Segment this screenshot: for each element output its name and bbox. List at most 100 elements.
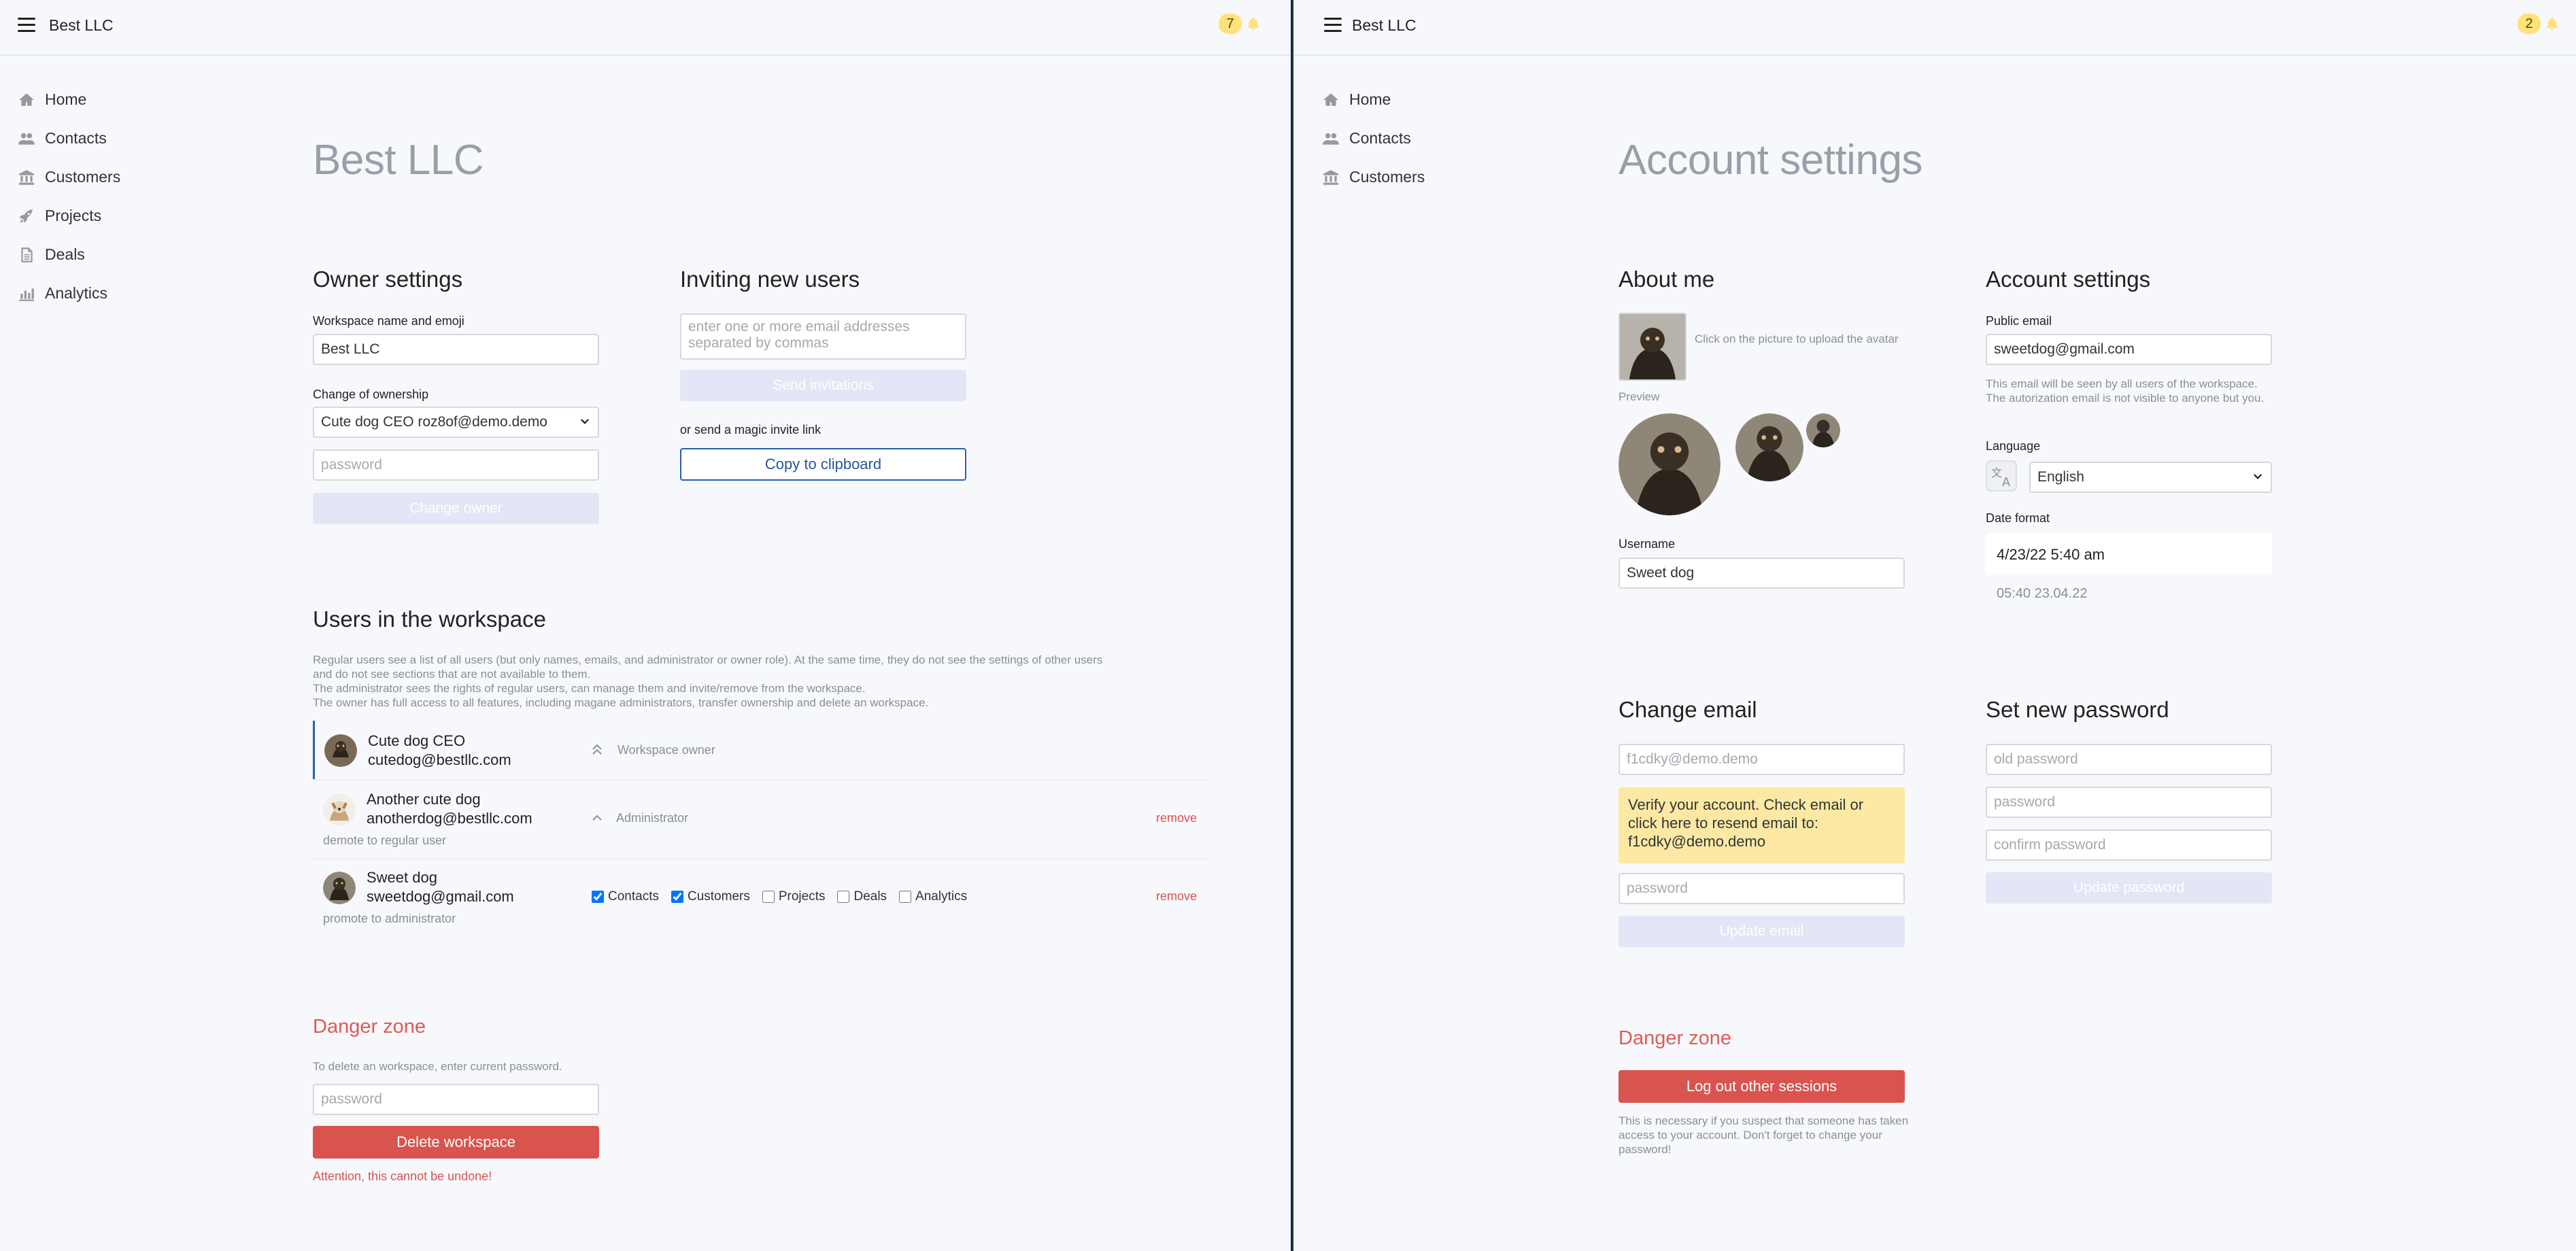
sidebar-item-analytics[interactable]: Analytics xyxy=(18,274,120,313)
language-label: Language xyxy=(1986,439,2041,453)
row-divider xyxy=(313,779,1210,781)
demote-link[interactable]: demote to regular user xyxy=(323,834,446,848)
user-name: Sweet dog xyxy=(367,869,437,886)
invite-emails-input[interactable] xyxy=(680,313,966,360)
delete-workspace-description: To delete an workspace, enter current pa… xyxy=(313,1060,562,1073)
users-icon xyxy=(1322,130,1340,148)
page-title: Best LLC xyxy=(313,137,484,184)
svg-text:文: 文 xyxy=(1991,467,2002,479)
logout-other-sessions-button[interactable]: Log out other sessions xyxy=(1619,1070,1905,1103)
sidebar-item-customers[interactable]: Customers xyxy=(18,158,120,196)
permission-analytics[interactable]: Analytics xyxy=(899,889,967,904)
language-select[interactable]: English xyxy=(2029,462,2272,493)
avatar-upload[interactable] xyxy=(1619,313,1687,381)
permission-deals-checkbox[interactable] xyxy=(837,891,850,903)
update-email-button[interactable]: Update email xyxy=(1619,916,1905,947)
workspace-name-input[interactable] xyxy=(313,334,599,365)
user-email: anotherdog@bestllc.com xyxy=(367,810,532,827)
sidebar-item-home[interactable]: Home xyxy=(1322,80,1425,119)
logout-description: This is necessary if you suspect that so… xyxy=(1619,1114,1909,1156)
sidebar-item-deals[interactable]: Deals xyxy=(18,235,120,274)
sidebar-item-label: Home xyxy=(1349,90,1391,108)
verify-email: f1cdky@demo.demo xyxy=(1628,833,1766,850)
notifications[interactable]: 2 xyxy=(2518,14,2560,34)
sidebar-item-label: Customers xyxy=(45,168,121,186)
danger-zone-title: Danger zone xyxy=(313,1016,426,1038)
change-email-title: Change email xyxy=(1619,697,1757,722)
change-owner-button[interactable]: Change owner xyxy=(313,493,599,524)
sidebar-item-label: Home xyxy=(45,90,87,108)
workspace-name-label: Workspace name and emoji xyxy=(313,314,464,328)
avatar-preview-small xyxy=(1806,413,1840,447)
sidebar-item-contacts[interactable]: Contacts xyxy=(18,119,120,158)
permission-projects[interactable]: Projects xyxy=(762,889,825,904)
menu-icon[interactable] xyxy=(1324,18,1342,33)
new-password-input[interactable] xyxy=(1986,787,2272,818)
user-name: Another cute dog xyxy=(367,791,481,808)
promote-link[interactable]: promote to administrator xyxy=(323,912,456,926)
remove-user-link[interactable]: remove xyxy=(1156,889,1197,904)
owner-password-input[interactable] xyxy=(313,449,599,481)
username-input[interactable] xyxy=(1619,558,1905,589)
delete-workspace-button[interactable]: Delete workspace xyxy=(313,1126,599,1159)
permission-contacts-checkbox[interactable] xyxy=(592,891,604,903)
row-divider xyxy=(313,858,1210,859)
double-chevron-up-icon xyxy=(592,744,602,755)
bell-icon[interactable] xyxy=(2545,15,2560,33)
permission-deals[interactable]: Deals xyxy=(837,889,887,904)
remove-user-link[interactable]: remove xyxy=(1156,811,1197,825)
page-title: Account settings xyxy=(1619,137,1922,184)
user-role: Workspace owner xyxy=(617,743,715,757)
top-bar: Best LLC 7 xyxy=(0,0,1291,56)
bar-chart-icon xyxy=(18,285,35,303)
permission-label: Deals xyxy=(853,889,887,904)
brand-name[interactable]: Best LLC xyxy=(49,16,114,35)
permission-customers[interactable]: Customers xyxy=(671,889,750,904)
permission-analytics-checkbox[interactable] xyxy=(899,891,912,903)
menu-icon[interactable] xyxy=(18,18,35,33)
magic-link-label: or send a magic invite link xyxy=(680,423,821,436)
old-password-input[interactable] xyxy=(1986,744,2272,775)
new-email-input[interactable] xyxy=(1619,744,1905,775)
copy-to-clipboard-button[interactable]: Copy to clipboard xyxy=(680,448,966,481)
brand-name[interactable]: Best LLC xyxy=(1352,16,1417,35)
verify-account-notice[interactable]: Verify your account. Check email or clic… xyxy=(1619,787,1905,863)
permission-contacts[interactable]: Contacts xyxy=(592,889,659,904)
date-format-label: Date format xyxy=(1986,511,2050,525)
sidebar: Home Contacts Customers xyxy=(1322,80,1425,196)
user-name: Cute dog CEO xyxy=(368,732,466,749)
users-title: Users in the workspace xyxy=(313,606,546,632)
update-password-button[interactable]: Update password xyxy=(1986,872,2272,904)
delete-password-input[interactable] xyxy=(313,1084,599,1115)
left-window: Best LLC 7 Home Contacts Customers Proje… xyxy=(0,0,1291,1251)
notifications[interactable]: 7 xyxy=(1219,14,1261,34)
verify-text: Verify your account. Check email or clic… xyxy=(1628,796,1864,832)
chevron-up-icon xyxy=(592,815,602,821)
send-invitations-button[interactable]: Send invitations xyxy=(680,370,966,401)
sidebar-item-contacts[interactable]: Contacts xyxy=(1322,119,1425,158)
permission-projects-checkbox[interactable] xyxy=(762,891,775,903)
public-email-input[interactable] xyxy=(1986,334,2272,365)
permission-customers-checkbox[interactable] xyxy=(671,891,683,903)
notification-count[interactable]: 7 xyxy=(1219,14,1242,34)
sidebar-item-customers[interactable]: Customers xyxy=(1322,158,1425,196)
date-format-option[interactable]: 4/23/22 5:40 am xyxy=(1997,546,2105,564)
email-password-input[interactable] xyxy=(1619,873,1905,904)
user-email: cutedog@bestllc.com xyxy=(368,751,511,768)
sidebar: Home Contacts Customers Projects Deals A… xyxy=(18,80,120,313)
users-description-line: The administrator sees the rights of reg… xyxy=(313,682,866,695)
permission-label: Analytics xyxy=(915,889,968,904)
owner-select[interactable]: Cute dog CEO roz8of@demo.demo xyxy=(313,407,599,438)
public-email-label: Public email xyxy=(1986,314,2052,328)
sidebar-item-home[interactable]: Home xyxy=(18,80,120,119)
sidebar-item-projects[interactable]: Projects xyxy=(18,196,120,235)
permissions-checkboxes: Contacts Customers Projects Deals Analyt… xyxy=(592,889,979,904)
chevron-down-icon xyxy=(580,419,590,424)
notification-count[interactable]: 2 xyxy=(2518,14,2541,34)
bank-icon xyxy=(18,169,35,186)
confirm-password-input[interactable] xyxy=(1986,829,2272,861)
right-window: Best LLC 2 Home Contacts Customers Accou… xyxy=(1293,0,2576,1251)
bell-icon[interactable] xyxy=(1246,15,1261,33)
public-email-hint: This email will be seen by all users of … xyxy=(1986,377,2265,405)
date-format-option[interactable]: 05:40 23.04.22 xyxy=(1997,586,2087,602)
